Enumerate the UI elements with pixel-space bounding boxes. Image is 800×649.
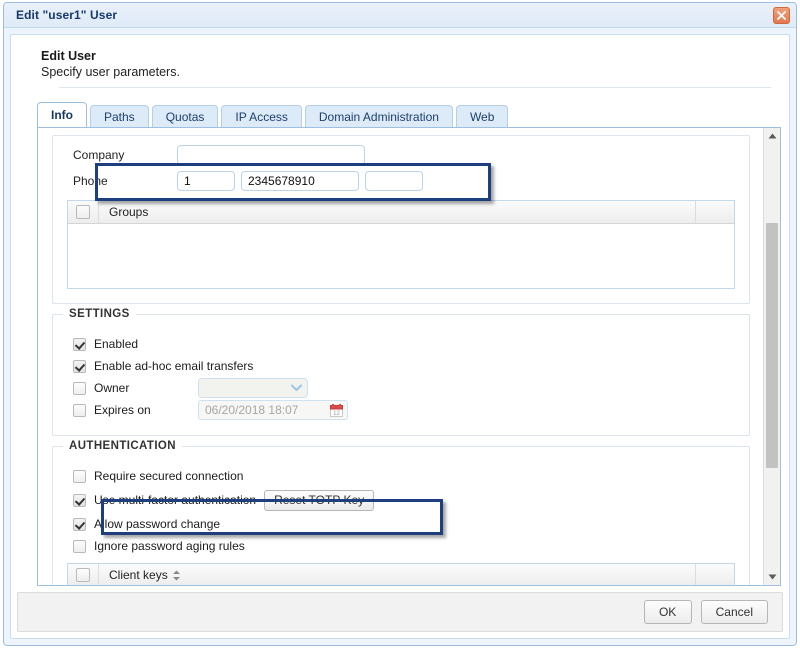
svg-text:12: 12 [333,411,340,417]
allow-password-change-label: Allow password change [94,517,220,531]
tab-bar: Info Paths Quotas IP Access Domain Admin… [37,102,789,127]
expires-on-checkbox[interactable] [73,404,86,417]
ignore-password-aging-label: Ignore password aging rules [94,539,245,553]
tab-quotas[interactable]: Quotas [152,105,219,127]
expires-on-date-field[interactable]: 06/20/2018 18:07 12 [198,400,348,420]
authentication-legend: AUTHENTICATION [63,440,182,452]
client-keys-column-separator [695,564,696,585]
tab-info-label: Info [51,108,73,122]
use-mfa-label: Use multi-factor authentication [94,493,256,507]
groups-grid-body [68,224,734,288]
edit-user-dialog: Edit "user1" User Edit User Specify user… [3,2,797,646]
groups-grid: Groups [67,200,735,289]
cancel-button[interactable]: Cancel [701,600,768,624]
tab-domain-administration-label: Domain Administration [319,110,439,124]
calendar-icon[interactable]: 12 [330,404,343,417]
close-icon[interactable] [773,7,790,24]
groups-select-all-cell [68,201,99,223]
close-glyph [777,11,786,20]
company-row: Company [67,142,735,168]
groups-column-header[interactable]: Groups [99,205,148,219]
client-keys-column-header[interactable]: Client keys [99,568,181,582]
scroll-up-icon[interactable] [764,128,780,144]
sort-arrows-icon[interactable] [172,570,181,581]
reset-totp-key-button[interactable]: Reset TOTP Key [264,490,374,511]
authentication-fieldset: AUTHENTICATION Require secured connectio… [52,446,750,585]
phone-label: Phone [67,174,177,188]
tab-web[interactable]: Web [456,105,508,127]
tab-domain-administration[interactable]: Domain Administration [305,105,453,127]
dialog-footer: OK Cancel [17,592,783,632]
tab-info[interactable]: Info [37,102,87,127]
require-secured-connection-label: Require secured connection [94,469,243,483]
phone-number-input[interactable] [241,171,359,191]
company-label: Company [67,148,177,162]
enabled-checkbox[interactable] [73,338,86,351]
client-keys-select-all-checkbox[interactable] [76,568,90,582]
company-input[interactable] [177,145,365,165]
adhoc-email-label: Enable ad-hoc email transfers [94,359,253,373]
client-keys-column-label: Client keys [109,568,168,582]
setting-expires-row: Expires on 06/20/2018 18:07 12 [67,399,735,421]
setting-owner-row: Owner [67,377,735,399]
phone-row: Phone [67,168,735,194]
dialog-body: Edit User Specify user parameters. Info … [10,34,790,639]
ignore-password-aging-checkbox[interactable] [73,540,86,553]
tab-paths-label: Paths [104,110,135,124]
owner-select[interactable] [198,378,308,398]
vertical-scrollbar[interactable] [763,128,780,585]
contact-fieldset: Company Phone [52,135,750,304]
tab-quotas-label: Quotas [166,110,205,124]
client-keys-grid: Client keys [67,563,735,585]
scroll-thumb[interactable] [766,223,778,468]
tab-ip-access[interactable]: IP Access [221,105,301,127]
scroll-down-glyph [768,574,777,580]
phone-extension-input[interactable] [365,171,423,191]
groups-select-all-checkbox[interactable] [76,205,90,219]
adhoc-email-checkbox[interactable] [73,360,86,373]
groups-column-label: Groups [109,205,148,219]
owner-checkbox[interactable] [73,382,86,395]
settings-fieldset: SETTINGS Enabled Enable ad-hoc email tra… [52,314,750,436]
expires-on-label: Expires on [94,403,190,417]
info-scroll-area: Company Phone [38,128,764,585]
require-secured-connection-checkbox[interactable] [73,470,86,483]
groups-column-separator [695,201,696,223]
setting-adhoc-email-row[interactable]: Enable ad-hoc email transfers [67,355,735,377]
groups-grid-header: Groups [68,201,734,224]
chevron-down-icon [291,384,302,392]
expires-on-value: 06/20/2018 18:07 [199,403,298,417]
page-title: Edit User [41,49,769,63]
auth-require-secured-row[interactable]: Require secured connection [67,465,735,487]
settings-legend: SETTINGS [63,308,136,320]
use-mfa-checkbox[interactable] [73,494,86,507]
client-keys-grid-header: Client keys [68,564,734,585]
tab-paths[interactable]: Paths [90,105,149,127]
info-tab-panel: Company Phone [37,127,781,586]
allow-password-change-checkbox[interactable] [73,518,86,531]
auth-allow-password-change-row[interactable]: Allow password change [67,513,735,535]
scroll-up-glyph [768,133,777,139]
owner-label: Owner [94,381,190,395]
dialog-titlebar: Edit "user1" User [4,3,796,28]
setting-enabled-row[interactable]: Enabled [67,333,735,355]
enabled-label: Enabled [94,337,138,351]
client-keys-select-all-cell [68,564,99,585]
auth-ignore-aging-row[interactable]: Ignore password aging rules [67,535,735,557]
header-divider [59,87,771,88]
phone-country-code-input[interactable] [177,171,235,191]
page-subtitle: Specify user parameters. [41,65,769,79]
tab-web-label: Web [470,110,494,124]
ok-button[interactable]: OK [644,600,692,624]
auth-mfa-row: Use multi-factor authentication Reset TO… [67,487,735,513]
dialog-header: Edit User Specify user parameters. [11,35,789,79]
sort-arrows-glyph [172,570,181,581]
dialog-title: Edit "user1" User [16,8,117,22]
tab-ip-access-label: IP Access [235,110,287,124]
scroll-down-icon[interactable] [764,569,780,585]
